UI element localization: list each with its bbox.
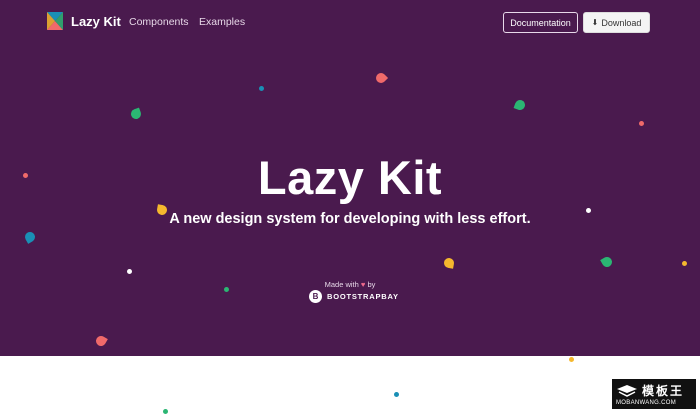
made-with-suffix: by xyxy=(367,280,376,289)
bootstrapbay-link[interactable]: B BOOTSTRAPBAY xyxy=(309,290,399,303)
confetti-drop xyxy=(513,98,527,112)
brand-name: Lazy Kit xyxy=(71,13,121,29)
hero-subtitle: A new design system for developing with … xyxy=(169,211,531,227)
nav-link-components[interactable]: Components xyxy=(129,16,189,28)
watermark-badge: 模板王 MOBANWANG.COM xyxy=(612,379,696,409)
watermark-logo-icon xyxy=(617,384,637,397)
nav-link-examples[interactable]: Examples xyxy=(199,16,245,28)
lazy-kit-logo-icon xyxy=(47,12,63,30)
bootstrapbay-logo-icon: B xyxy=(309,290,322,303)
made-with-line: Made with ♥ by xyxy=(0,280,700,289)
confetti-drop xyxy=(443,257,455,269)
confetti-drop xyxy=(129,107,143,121)
confetti-drop xyxy=(94,334,108,348)
confetti-dot xyxy=(259,86,264,91)
download-button-label: Download xyxy=(601,17,642,28)
confetti-dot xyxy=(394,392,399,397)
bootstrapbay-name: BOOTSTRAPBAY xyxy=(327,292,399,301)
confetti-dot xyxy=(682,261,687,266)
confetti-dot xyxy=(569,357,574,362)
hero-title: Lazy Kit xyxy=(257,151,443,204)
made-with-prefix: Made with xyxy=(324,280,359,289)
confetti-dot xyxy=(127,269,132,274)
confetti-dot xyxy=(163,409,168,414)
content-section xyxy=(0,356,700,414)
watermark-text: 模板王 xyxy=(642,384,685,398)
brand-link[interactable]: Lazy Kit xyxy=(46,11,121,31)
heart-icon: ♥ xyxy=(360,280,366,289)
navbar: Lazy Kit Components Examples Documentati… xyxy=(0,0,700,44)
confetti-dot xyxy=(639,121,644,126)
confetti-drop xyxy=(23,230,37,244)
download-button[interactable]: ⬇ Download xyxy=(583,12,650,33)
download-icon: ⬇ xyxy=(591,18,599,27)
confetti-drop xyxy=(600,255,614,269)
documentation-button[interactable]: Documentation xyxy=(503,12,578,33)
hero-section: Lazy Kit Components Examples Documentati… xyxy=(0,0,700,356)
confetti-drop xyxy=(373,70,389,86)
documentation-button-label: Documentation xyxy=(510,17,571,28)
watermark-url: MOBANWANG.COM xyxy=(616,400,677,406)
